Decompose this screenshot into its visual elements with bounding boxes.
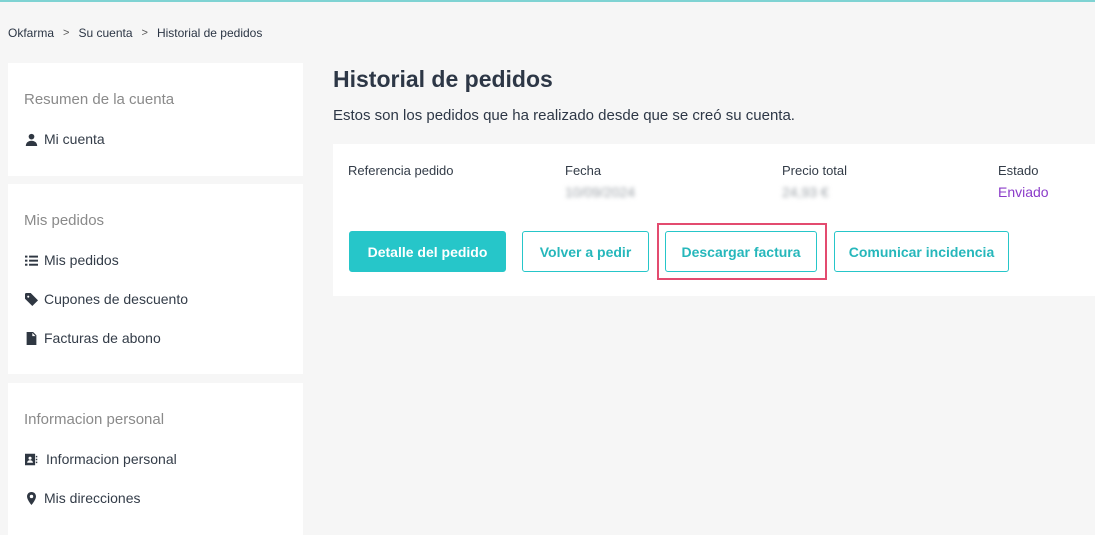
breadcrumb-separator: >: [63, 27, 70, 39]
sidebar-heading-orders: Mis pedidos: [24, 212, 105, 229]
sidebar-item-label: Facturas de abono: [44, 330, 161, 346]
sidebar-heading-personal-info: Informacion personal: [24, 411, 165, 428]
order-total-value: 24,93 €: [782, 184, 829, 200]
page-subtitle: Estos son los pedidos que ha realizado d…: [333, 107, 795, 124]
breadcrumb-current: Historial de pedidos: [156, 26, 263, 40]
breadcrumb-separator: >: [141, 27, 148, 39]
breadcrumb-home-link[interactable]: Okfarma: [8, 26, 54, 40]
download-invoice-button[interactable]: Descargar factura: [665, 231, 817, 272]
sidebar-card-personal-info: Informacion personal Informacion persona…: [8, 383, 303, 535]
order-col-reference: Referencia pedido: [348, 163, 454, 178]
status-badge: Enviado: [998, 184, 1049, 200]
order-header-date: Fecha: [565, 163, 602, 178]
sidebar-item-mis-pedidos[interactable]: Mis pedidos: [24, 252, 119, 268]
order-header-reference: Referencia pedido: [348, 163, 454, 178]
sidebar-item-mis-direcciones[interactable]: Mis direcciones: [24, 490, 140, 506]
user-icon: [24, 132, 38, 146]
list-icon: [24, 253, 38, 267]
order-col-total: Precio total 24,93 €: [782, 163, 847, 200]
document-icon: [24, 331, 38, 345]
order-detail-button[interactable]: Detalle del pedido: [349, 231, 506, 272]
page-title: Historial de pedidos: [333, 66, 553, 92]
top-accent-line: [0, 0, 1095, 2]
order-header-status: Estado: [998, 163, 1039, 178]
sidebar-item-label: Mis direcciones: [44, 490, 141, 506]
order-header-total: Precio total: [782, 163, 848, 178]
order-col-status: Estado Enviado: [998, 163, 1049, 200]
sidebar-item-informacion-personal[interactable]: Informacion personal: [24, 451, 177, 467]
breadcrumb: Okfarma > Su cuenta > Historial de pedid…: [8, 26, 262, 40]
sidebar-item-label: Mi cuenta: [44, 131, 105, 147]
sidebar-item-label: Informacion personal: [46, 451, 177, 467]
sidebar-heading-account-summary: Resumen de la cuenta: [24, 91, 175, 108]
sidebar-item-mi-cuenta[interactable]: Mi cuenta: [24, 131, 105, 147]
sidebar-item-facturas-abono[interactable]: Facturas de abono: [24, 330, 161, 346]
sidebar-card-account-summary: Resumen de la cuenta Mi cuenta: [8, 63, 303, 176]
order-card: Referencia pedido Fecha 10/09/2024 Preci…: [333, 144, 1095, 296]
sidebar-item-label: Cupones de descuento: [44, 291, 188, 307]
sidebar-item-cupones[interactable]: Cupones de descuento: [24, 291, 188, 307]
sidebar-item-label: Mis pedidos: [44, 252, 119, 268]
reorder-button[interactable]: Volver a pedir: [522, 231, 649, 272]
tag-icon: [24, 292, 38, 306]
report-incident-button[interactable]: Comunicar incidencia: [834, 231, 1009, 272]
map-pin-icon: [24, 491, 38, 505]
contact-card-icon: [24, 452, 39, 466]
order-col-date: Fecha 10/09/2024: [565, 163, 635, 200]
breadcrumb-account-link[interactable]: Su cuenta: [78, 26, 132, 40]
order-date-value: 10/09/2024: [565, 184, 636, 200]
sidebar-card-orders: Mis pedidos Mis pedidos Cupones de descu…: [8, 184, 303, 374]
